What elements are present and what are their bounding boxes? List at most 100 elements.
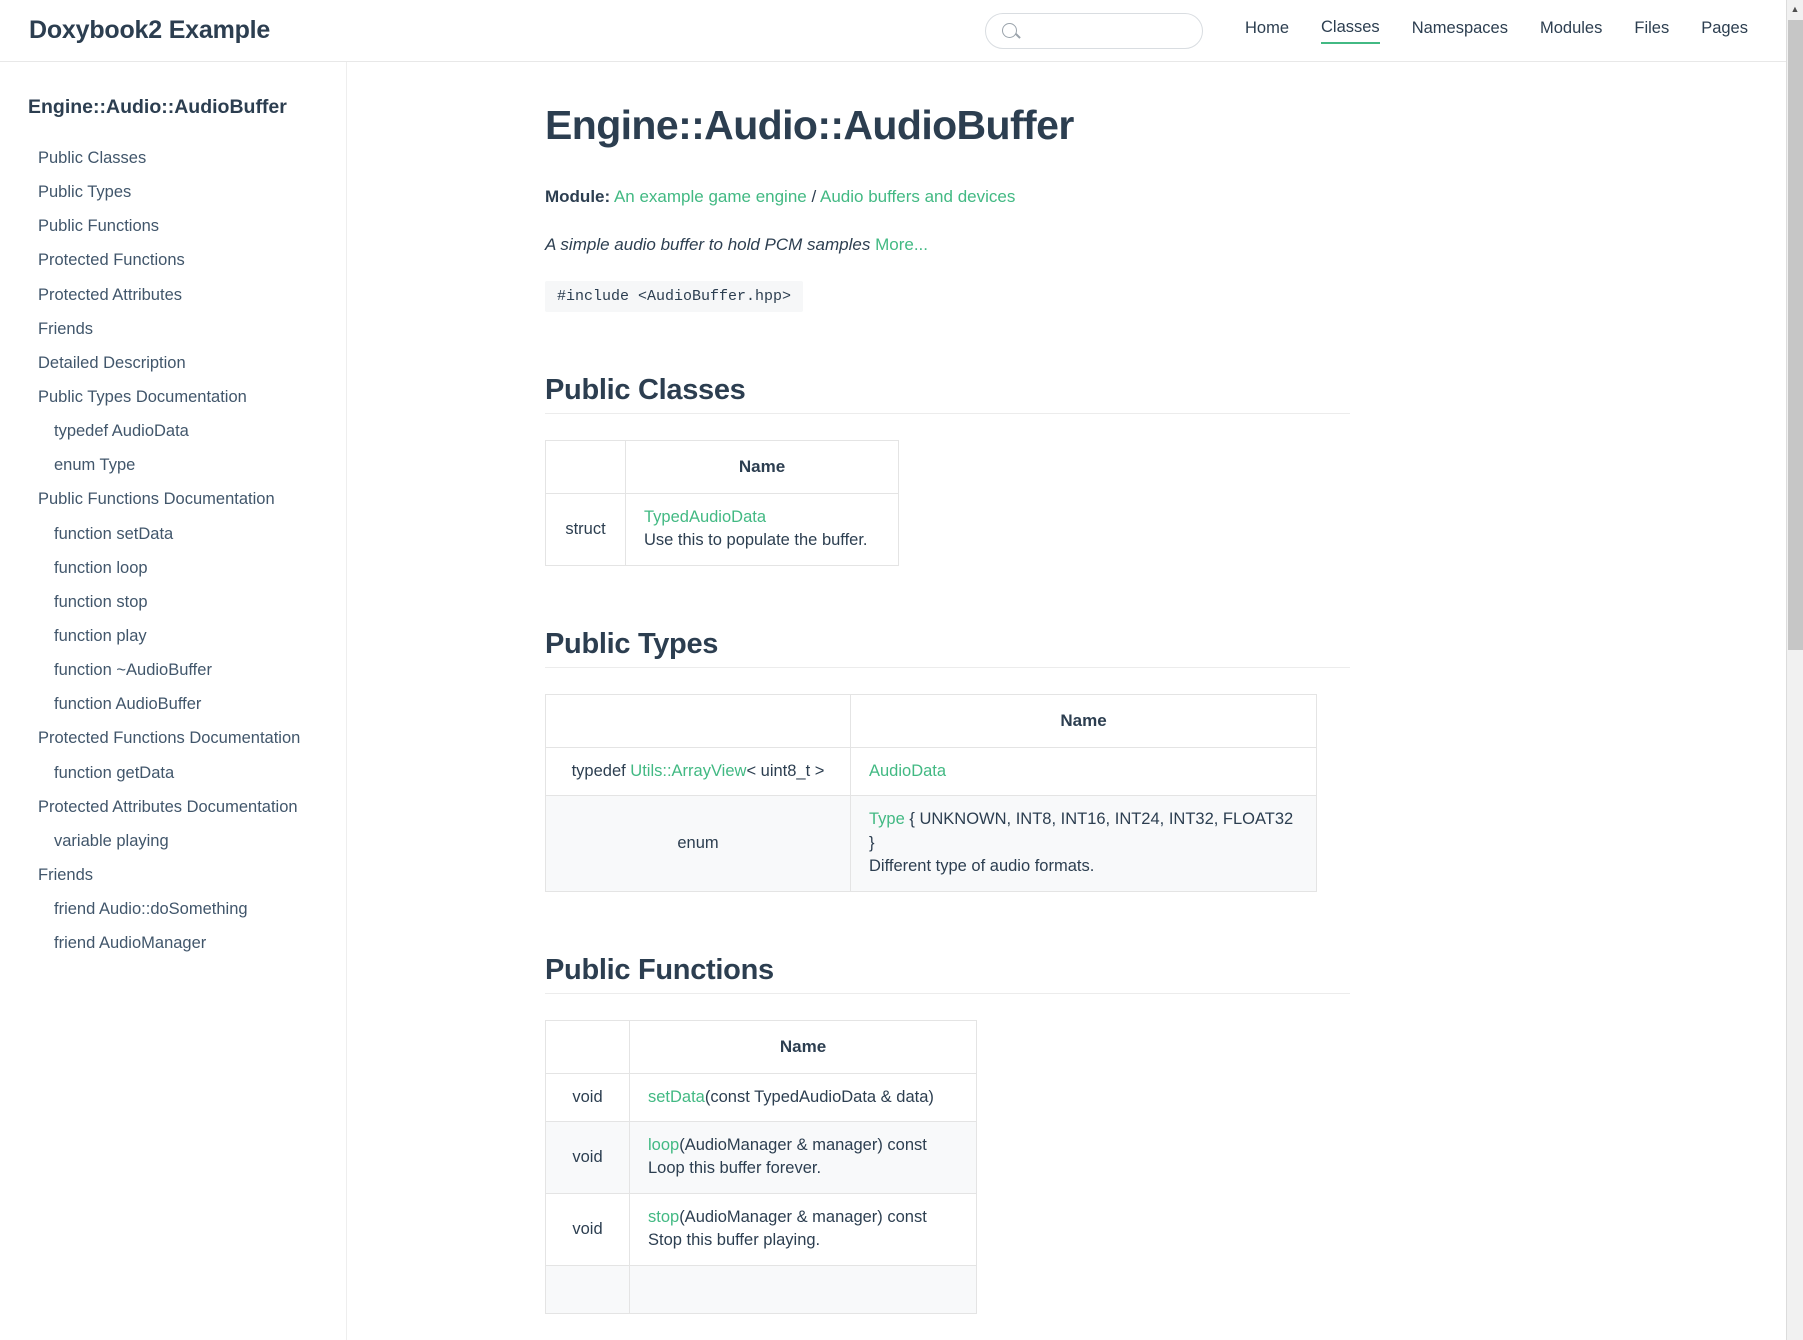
scrollbar-thumb[interactable]: [1788, 20, 1803, 650]
nav-link-namespaces[interactable]: Namespaces: [1412, 19, 1508, 43]
nav-link-pages[interactable]: Pages: [1701, 19, 1748, 43]
sidebar-item-enum-type[interactable]: enum Type: [0, 448, 346, 482]
sidebar-item-public-functions-documentation[interactable]: Public Functions Documentation: [0, 482, 346, 516]
sidebar-item-protected-attributes-documentation[interactable]: Protected Attributes Documentation: [0, 790, 346, 824]
table-row: [545, 1264, 977, 1315]
sidebar-item-public-types[interactable]: Public Types: [0, 175, 346, 209]
table-header-row: Name: [545, 1019, 977, 1074]
section-public-classes: Public Classes Name struct TypedAudioDat…: [545, 374, 1786, 566]
type-prefix: typedef: [571, 762, 631, 781]
function-signature: (const TypedAudioData & data): [704, 1087, 934, 1106]
sidebar-item-friends[interactable]: Friends: [0, 312, 346, 346]
cell-type: enum: [545, 795, 851, 892]
sidebar-item-friend-audiomanager[interactable]: friend AudioManager: [0, 926, 346, 960]
nav-link-classes[interactable]: Classes: [1321, 18, 1380, 44]
page-title: Engine::Audio::AudioBuffer: [545, 102, 1074, 148]
section-divider: [545, 413, 1350, 414]
main-content: Engine::Audio::AudioBuffer Module: An ex…: [347, 62, 1786, 1340]
sidebar-item-public-types-documentation[interactable]: Public Types Documentation: [0, 380, 346, 414]
site-brand-title[interactable]: Doxybook2 Example: [29, 16, 270, 45]
cell-name: loop(AudioManager & manager) const Loop …: [629, 1120, 977, 1194]
sidebar-item-function-stop[interactable]: function stop: [0, 585, 346, 619]
sidebar-item-function-play[interactable]: function play: [0, 619, 346, 653]
scroll-up-arrow-icon[interactable]: ▲: [1787, 0, 1803, 17]
search-box[interactable]: [984, 12, 1210, 49]
sidebar-navigation: Engine::Audio::AudioBuffer Public Classe…: [0, 62, 347, 1340]
table-header-row: Name: [545, 440, 899, 494]
main-nav-links: Home Classes Namespaces Modules Files Pa…: [1229, 18, 1764, 44]
sidebar-item-function-getdata[interactable]: function getData: [0, 756, 346, 790]
cell-name: Type { UNKNOWN, INT8, INT16, INT24, INT3…: [850, 795, 1317, 892]
sidebar-item-detailed-description[interactable]: Detailed Description: [0, 346, 346, 380]
section-public-functions: Public Functions Name void setData(const…: [545, 954, 1786, 1315]
enum-values: { UNKNOWN, INT8, INT16, INT24, INT32, FL…: [869, 810, 1294, 852]
function-link-stop[interactable]: stop: [648, 1208, 679, 1226]
top-navigation-bar: Doxybook2 Example Home Classes Namespace…: [0, 0, 1786, 62]
more-link[interactable]: More...: [875, 235, 928, 254]
vertical-scrollbar[interactable]: ▲: [1786, 0, 1803, 1340]
column-header-type: [545, 693, 851, 748]
cell-type: void: [545, 1192, 630, 1266]
section-heading-public-types: Public Types: [545, 627, 719, 660]
table-header-row: Name: [545, 693, 1317, 748]
function-link-loop[interactable]: loop: [648, 1136, 679, 1154]
section-divider: [545, 992, 1350, 994]
sidebar-item-friend-audio-dosomething[interactable]: friend Audio::doSomething: [0, 892, 346, 926]
include-directive: #include <AudioBuffer.hpp>: [545, 281, 804, 312]
brief-description: A simple audio buffer to hold PCM sample…: [545, 235, 1786, 255]
cell-name: setData(const TypedAudioData & data): [629, 1072, 977, 1122]
sidebar-item-protected-functions[interactable]: Protected Functions: [0, 243, 346, 277]
search-input[interactable]: [1024, 21, 1210, 40]
table-row: struct TypedAudioData Use this to popula…: [545, 493, 899, 566]
table-row: enum Type { UNKNOWN, INT8, INT16, INT24,…: [545, 795, 1317, 892]
cell-name: stop(AudioManager & manager) const Stop …: [629, 1192, 977, 1266]
type-suffix: < uint8_t >: [746, 762, 825, 781]
column-header-type: [545, 1019, 630, 1074]
section-heading-public-classes: Public Classes: [545, 374, 746, 406]
column-header-name: Name: [850, 693, 1317, 748]
search-icon: [1001, 23, 1017, 38]
function-link-setdata[interactable]: setData: [648, 1088, 705, 1106]
nav-link-modules[interactable]: Modules: [1540, 19, 1602, 43]
sidebar-item-public-classes[interactable]: Public Classes: [0, 141, 346, 175]
sidebar-item-function-audiobuffer[interactable]: function AudioBuffer: [0, 687, 346, 721]
cell-type: void: [545, 1120, 630, 1194]
column-header-type: [545, 440, 626, 494]
brief-text: A simple audio buffer to hold PCM sample…: [545, 235, 871, 254]
module-breadcrumb: Module: An example game engine / Audio b…: [545, 187, 1786, 207]
table-row: typedef Utils::ArrayView< uint8_t > Audi…: [545, 746, 1317, 797]
sidebar-item-protected-functions-documentation[interactable]: Protected Functions Documentation: [0, 721, 346, 755]
sidebar-item-function-setdata[interactable]: function setData: [0, 517, 346, 551]
table-row: void loop(AudioManager & manager) const …: [545, 1120, 977, 1194]
module-link-audio-buffers[interactable]: Audio buffers and devices: [820, 187, 1015, 206]
enum-link-type[interactable]: Type: [869, 810, 905, 828]
sidebar-item-friends-documentation[interactable]: Friends: [0, 858, 346, 892]
nav-link-home[interactable]: Home: [1245, 19, 1289, 43]
cell-description: Loop this buffer forever.: [648, 1159, 822, 1178]
module-label: Module:: [545, 187, 611, 206]
page-body: Engine::Audio::AudioBuffer Public Classe…: [0, 62, 1786, 1340]
column-header-name: Name: [629, 1019, 977, 1074]
cell-type: struct: [545, 493, 626, 566]
cell-type: [545, 1264, 630, 1315]
header-right-group: Home Classes Namespaces Modules Files Pa…: [984, 12, 1786, 49]
type-link-arrayview[interactable]: Utils::ArrayView: [630, 762, 746, 780]
section-divider: [545, 666, 1350, 668]
sidebar-item-function-loop[interactable]: function loop: [0, 551, 346, 585]
module-separator: /: [811, 187, 817, 206]
cell-name: [629, 1264, 977, 1315]
sidebar-item-variable-playing[interactable]: variable playing: [0, 824, 346, 858]
function-signature: (AudioManager & manager) const: [679, 1135, 927, 1154]
class-link-typedaudiodata[interactable]: TypedAudioData: [644, 508, 766, 526]
nav-link-files[interactable]: Files: [1634, 19, 1669, 43]
sidebar-item-protected-attributes[interactable]: Protected Attributes: [0, 278, 346, 312]
type-link-audiodata[interactable]: AudioData: [869, 762, 946, 780]
cell-description: Stop this buffer playing.: [648, 1231, 821, 1250]
module-link-engine[interactable]: An example game engine: [614, 187, 807, 206]
column-header-name: Name: [625, 440, 899, 494]
sidebar-item-function-destructor-audiobuffer[interactable]: function ~AudioBuffer: [0, 653, 346, 687]
sidebar-item-typedef-audiodata[interactable]: typedef AudioData: [0, 414, 346, 448]
sidebar-item-public-functions[interactable]: Public Functions: [0, 209, 346, 243]
cell-name: AudioData: [850, 746, 1317, 797]
public-types-table: Name typedef Utils::ArrayView< uint8_t >…: [545, 693, 1317, 892]
